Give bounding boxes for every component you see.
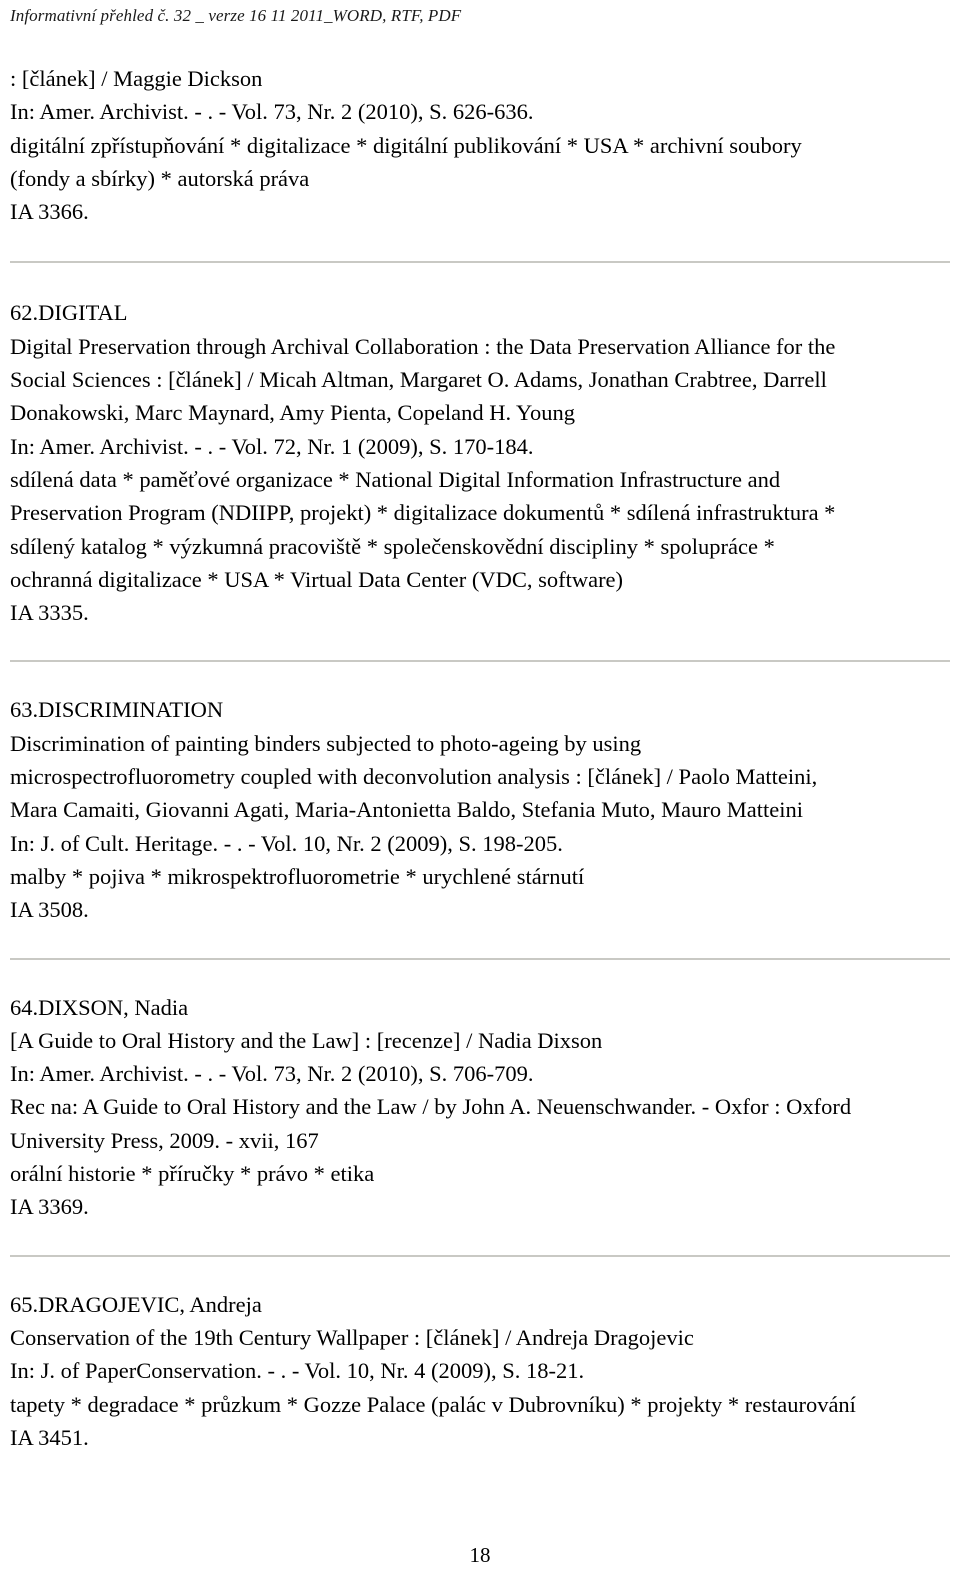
page-number: 18 (469, 1543, 491, 1567)
document-page: Informativní přehled č. 32 _ verze 16 11… (0, 0, 960, 1584)
record-line: : [článek] / Maggie Dickson (10, 66, 263, 91)
record-separator-wrapper (10, 927, 950, 991)
bibliography-record: 63.DISCRIMINATION Discrimination of pain… (10, 693, 950, 926)
record-line: In: Amer. Archivist. - . - Vol. 72, Nr. … (10, 433, 534, 459)
record-call-number: IA 3369. (10, 1194, 89, 1220)
record-line: malby * pojiva * mikrospektrofluorometri… (10, 863, 585, 889)
record-heading: 62.DIGITAL (10, 300, 128, 326)
record-call-number: IA 3508. (10, 897, 89, 923)
record-line: Mara Camaiti, Giovanni Agati, Maria-Anto… (10, 797, 803, 823)
record-separator-wrapper (10, 228, 950, 296)
record-line: In: J. of PaperConservation. - . - Vol. … (10, 1358, 585, 1384)
record-line: microspectrofluorometry coupled with dec… (10, 764, 818, 790)
record-line: Social Sciences : [článek] / Micah Altma… (10, 367, 827, 393)
record-line: tapety * degradace * průzkum * Gozze Pal… (10, 1391, 856, 1417)
record-line: Digital Preservation through Archival Co… (10, 333, 836, 359)
record-line: digitální zpřístupňování * digitalizace … (10, 132, 802, 158)
record-line: Rec na: A Guide to Oral History and the … (10, 1094, 852, 1120)
bibliography-record: 62.DIGITAL Digital Preservation through … (10, 296, 950, 629)
record-line: (fondy a sbírky) * autorská práva (10, 165, 310, 191)
record-line: orální historie * příručky * právo * eti… (10, 1161, 375, 1187)
record-line: sdílená data * paměťové organizace * Nat… (10, 466, 781, 492)
record-line: Conservation of the 19th Century Wallpap… (10, 1324, 694, 1350)
record-line: In: J. of Cult. Heritage. - . - Vol. 10,… (10, 830, 563, 856)
record-line: Donakowski, Marc Maynard, Amy Pienta, Co… (10, 400, 575, 426)
bibliography-list: : [článek] / Maggie Dickson In: Amer. Ar… (10, 62, 950, 1454)
record-heading: 64.DIXSON, Nadia (10, 994, 189, 1020)
record-line: Discrimination of painting binders subje… (10, 730, 642, 756)
record-call-number: IA 3335. (10, 600, 89, 626)
record-separator-wrapper (10, 629, 950, 693)
record-line: ochranná digitalizace * USA * Virtual Da… (10, 566, 624, 592)
record-line: University Press, 2009. - xvii, 167 (10, 1127, 319, 1153)
record-line: In: Amer. Archivist. - . - Vol. 73, Nr. … (10, 99, 534, 125)
record-heading: 65.DRAGOJEVIC, Andreja (10, 1291, 262, 1317)
record-heading: 63.DISCRIMINATION (10, 697, 224, 723)
record-separator-wrapper (10, 1224, 950, 1288)
record-call-number: IA 3451. (10, 1424, 89, 1450)
record-line: sdílený katalog * výzkumná pracoviště * … (10, 533, 775, 559)
bibliography-record: 64.DIXSON, Nadia [A Guide to Oral Histor… (10, 991, 950, 1224)
record-separator (10, 261, 950, 264)
bibliography-record: : [článek] / Maggie Dickson In: Amer. Ar… (10, 62, 950, 228)
bibliography-record: 65.DRAGOJEVIC, Andreja Conservation of t… (10, 1288, 950, 1454)
running-header: Informativní přehled č. 32 _ verze 16 11… (10, 6, 462, 25)
record-separator (10, 957, 950, 960)
record-line: [A Guide to Oral History and the Law] : … (10, 1027, 603, 1053)
record-line: In: Amer. Archivist. - . - Vol. 73, Nr. … (10, 1061, 534, 1087)
record-line: Preservation Program (NDIIPP, projekt) *… (10, 500, 836, 526)
record-separator (10, 660, 950, 663)
record-call-number: IA 3366. (10, 199, 89, 225)
record-separator (10, 1254, 950, 1257)
